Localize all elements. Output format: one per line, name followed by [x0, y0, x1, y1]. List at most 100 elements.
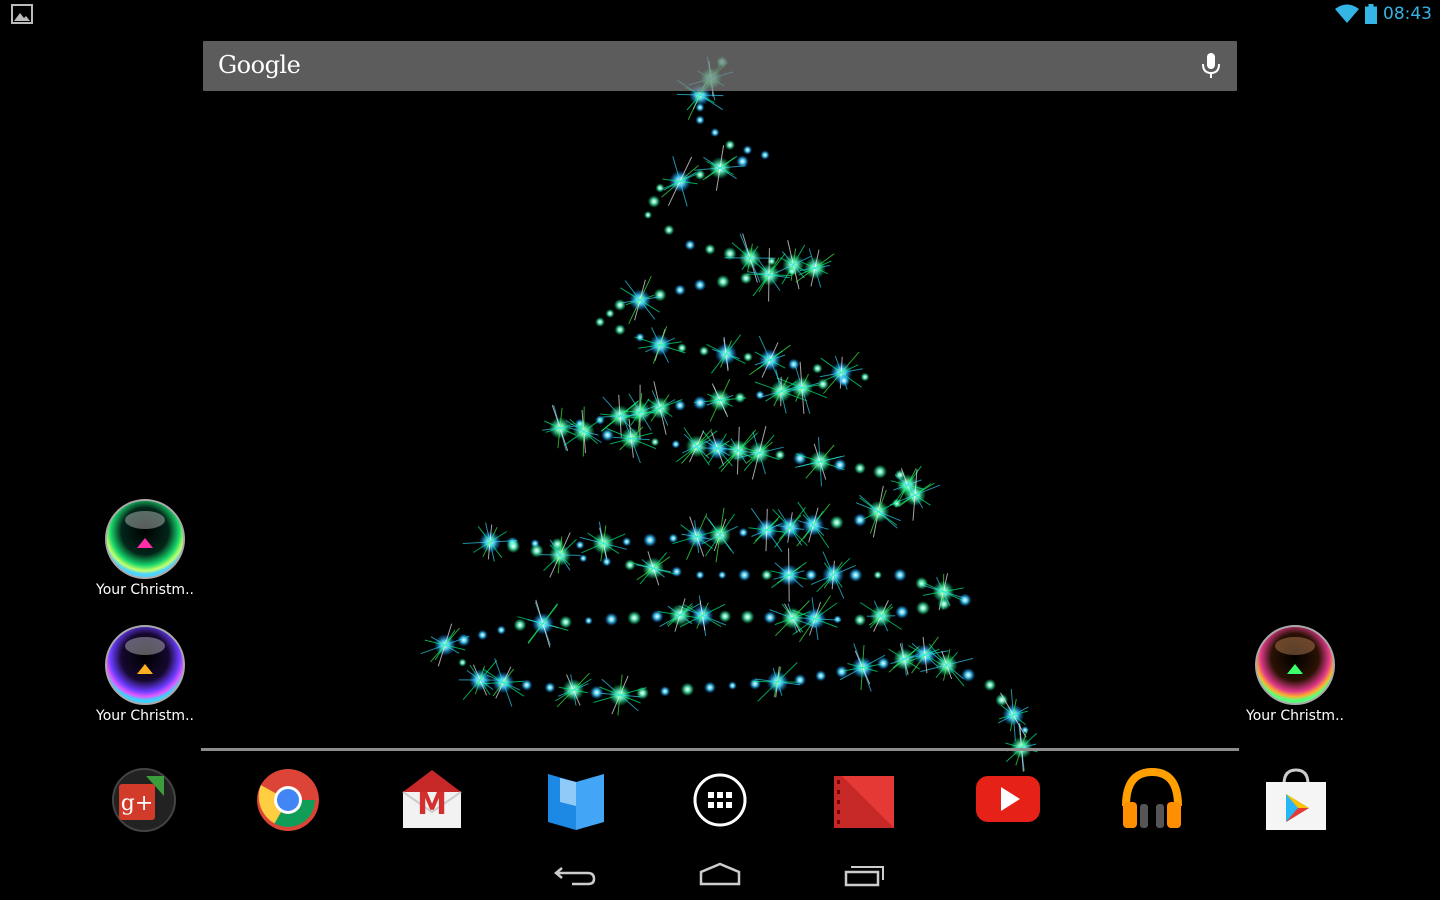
tree-light [624, 559, 636, 571]
tree-light [704, 243, 716, 255]
tree-light [496, 625, 506, 635]
tree-light [677, 343, 687, 353]
tree-light-sparkle [619, 275, 661, 325]
tree-light-sparkle [749, 335, 791, 385]
tree-light [671, 566, 683, 578]
google-search-bar[interactable]: Google [203, 41, 1237, 91]
tree-light [848, 568, 863, 582]
tree-light-sparkle [542, 404, 578, 452]
tree-light [895, 605, 909, 619]
tree-light [812, 363, 823, 374]
google-logo: Google [218, 51, 301, 79]
tree-light [671, 439, 681, 449]
tree-light [506, 539, 521, 554]
tree-light [579, 554, 588, 563]
recents-icon[interactable] [841, 858, 889, 892]
mic-icon[interactable] [1199, 52, 1223, 80]
shortcut-label: Your Christm.. [96, 582, 194, 598]
tree-light [644, 211, 652, 219]
tree-light [704, 681, 716, 694]
tree-light [659, 686, 671, 697]
desktop-shortcut-christmas-3[interactable]: Your Christm.. [1235, 624, 1355, 724]
app-drawer-icon[interactable] [686, 766, 754, 834]
tree-light [575, 540, 585, 550]
tree-light [774, 449, 786, 461]
christmas-orb-green-icon [105, 499, 185, 579]
tree-light [892, 498, 902, 508]
tree-light [636, 686, 649, 700]
tree-light [477, 629, 488, 641]
tree-light [740, 610, 755, 624]
tree-light [699, 346, 709, 356]
tree-light [655, 183, 665, 193]
tree-light [873, 464, 887, 479]
gmail-icon[interactable]: M [398, 766, 466, 834]
tree-light [614, 324, 626, 336]
tree-light [893, 568, 907, 582]
home-icon[interactable] [696, 858, 744, 892]
tree-light [860, 372, 870, 382]
tree-light [873, 570, 882, 580]
tree-light [743, 352, 753, 362]
tree-light [693, 278, 707, 292]
tree-light [663, 224, 675, 236]
tree-light [805, 569, 818, 581]
play-books-icon[interactable] [542, 766, 610, 834]
tree-light [559, 615, 572, 629]
tree-light [718, 610, 732, 623]
tree-light [958, 593, 972, 607]
gmail-glyph: M [417, 787, 447, 822]
dock-divider [201, 748, 1239, 751]
shortcut-label: Your Christm.. [1246, 708, 1344, 724]
tree-light [458, 658, 467, 667]
play-music-icon[interactable] [1118, 766, 1186, 834]
tree-light [853, 613, 867, 627]
tree-light [674, 284, 686, 296]
tree-light [668, 533, 679, 544]
tree-light [695, 570, 705, 580]
tree-light [916, 601, 930, 615]
tree-light [647, 195, 661, 208]
tree-light [833, 458, 847, 472]
desktop-shortcut-christmas-2[interactable]: Your Christm.. [85, 624, 205, 724]
tree-light [650, 437, 660, 447]
tree-light-sparkle [855, 485, 901, 538]
tree-light [724, 139, 736, 151]
tree-light [627, 611, 642, 625]
tree-light [643, 533, 657, 547]
chrome-icon[interactable] [254, 766, 322, 834]
tree-light [614, 299, 626, 311]
tree-lights [420, 56, 1038, 772]
tree-light [794, 674, 806, 686]
desktop-shortcut-christmas-1[interactable]: Your Christm.. [85, 498, 205, 598]
tree-light [718, 570, 727, 580]
tree-light [728, 681, 737, 690]
tree-light [716, 274, 730, 289]
tree-light [915, 576, 929, 590]
tree-light-sparkle [839, 643, 886, 692]
tree-light [595, 317, 605, 327]
tree-light [684, 239, 696, 251]
tree-light [742, 145, 753, 155]
youtube-icon[interactable] [974, 766, 1042, 834]
tree-light [544, 682, 556, 693]
tree-light-sparkle [770, 548, 808, 602]
tree-light [584, 616, 593, 625]
play-movies-icon[interactable] [830, 766, 898, 834]
tree-light [763, 611, 777, 624]
google-plus-icon[interactable]: g+ [110, 766, 178, 834]
tree-light [1021, 726, 1029, 734]
tree-light [961, 668, 976, 682]
play-store-icon[interactable] [1262, 766, 1330, 834]
tree-light [854, 462, 866, 475]
tree-light-sparkle [554, 672, 592, 708]
tree-light [695, 115, 705, 125]
tree-light [788, 358, 800, 371]
back-icon[interactable] [552, 858, 600, 892]
home-screen: 08:43 Google Your Christm.. Your Christm… [0, 0, 1440, 900]
shortcut-label: Your Christm.. [96, 708, 194, 724]
tree-light [680, 682, 695, 697]
tree-light [710, 128, 720, 137]
tree-light [829, 515, 844, 530]
tree-light [937, 597, 951, 611]
